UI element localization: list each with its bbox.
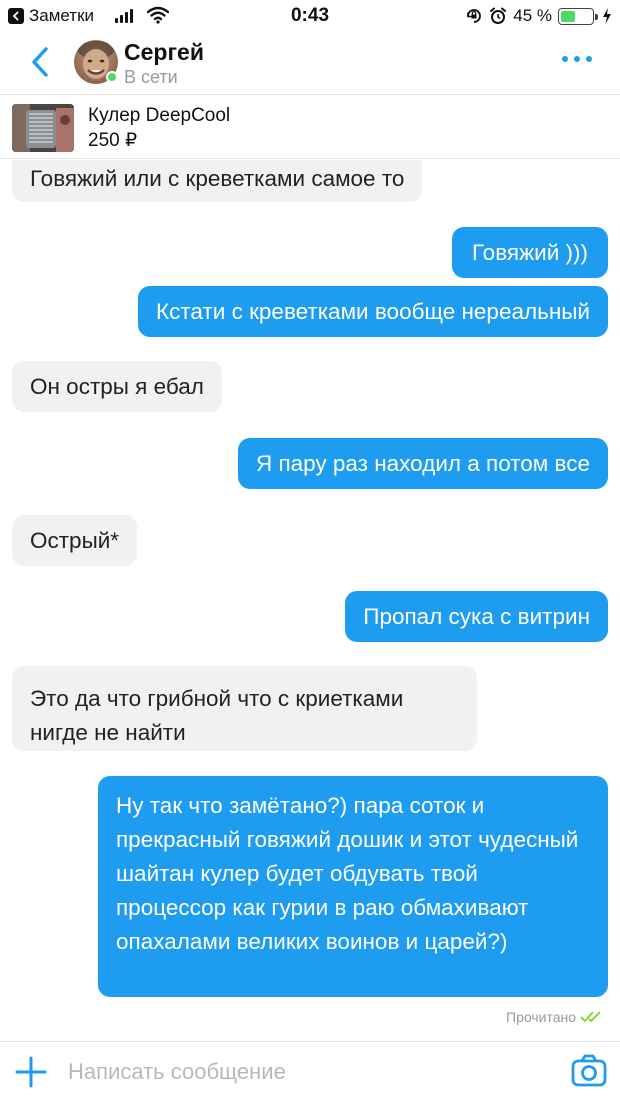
product-photo	[12, 104, 74, 152]
more-dots-icon	[562, 56, 568, 62]
product-card[interactable]: Кулер DeepCool 250 ₽	[0, 96, 620, 159]
message-outgoing: Пропал сука с витрин	[345, 591, 608, 642]
read-status-label: Прочитано	[506, 1009, 576, 1025]
alarm-icon	[490, 7, 507, 24]
back-chevron-icon	[32, 47, 48, 77]
read-receipt: Прочитано	[506, 1009, 606, 1025]
message-incoming: Он остры я ебал	[12, 361, 222, 412]
online-indicator	[106, 71, 118, 83]
lock-rotation-icon	[467, 9, 482, 23]
message-outgoing: Кстати с креветками вообще нереальный	[138, 286, 608, 337]
charging-bolt-icon	[603, 8, 611, 24]
contact-status: В сети	[124, 67, 178, 87]
battery-level	[561, 10, 575, 22]
add-plus-icon[interactable]	[14, 1055, 48, 1089]
back-button[interactable]	[22, 44, 58, 80]
more-options-button[interactable]	[562, 56, 592, 62]
double-check-icon	[580, 1011, 601, 1023]
product-price: 250 ₽	[88, 130, 138, 151]
status-bar: Заметки 0:43 45 %	[0, 0, 620, 32]
message-input[interactable]	[68, 1054, 538, 1090]
message-outgoing: Говяжий )))	[452, 227, 608, 278]
message-outgoing: Я пару раз находил а потом все	[237, 438, 608, 489]
message-incoming: Это да что грибной что с криетками нигде…	[12, 666, 477, 751]
message-incoming: Острый*	[12, 515, 138, 566]
message-composer	[0, 1041, 620, 1101]
battery-percent: 45 %	[513, 6, 552, 25]
battery-icon	[558, 7, 598, 25]
chat-header: Сергей В сети	[0, 32, 620, 95]
message-list[interactable]: Говяжий или с креветками самое то Говяжи…	[0, 160, 620, 1040]
camera-icon[interactable]	[570, 1052, 608, 1090]
product-title: Кулер DeepCool	[88, 105, 231, 126]
message-incoming: Говяжий или с креветками самое то	[12, 160, 423, 202]
message-outgoing: Ну так что замётано?) пара соток и прекр…	[98, 776, 608, 997]
contact-name[interactable]: Сергей	[124, 39, 204, 66]
